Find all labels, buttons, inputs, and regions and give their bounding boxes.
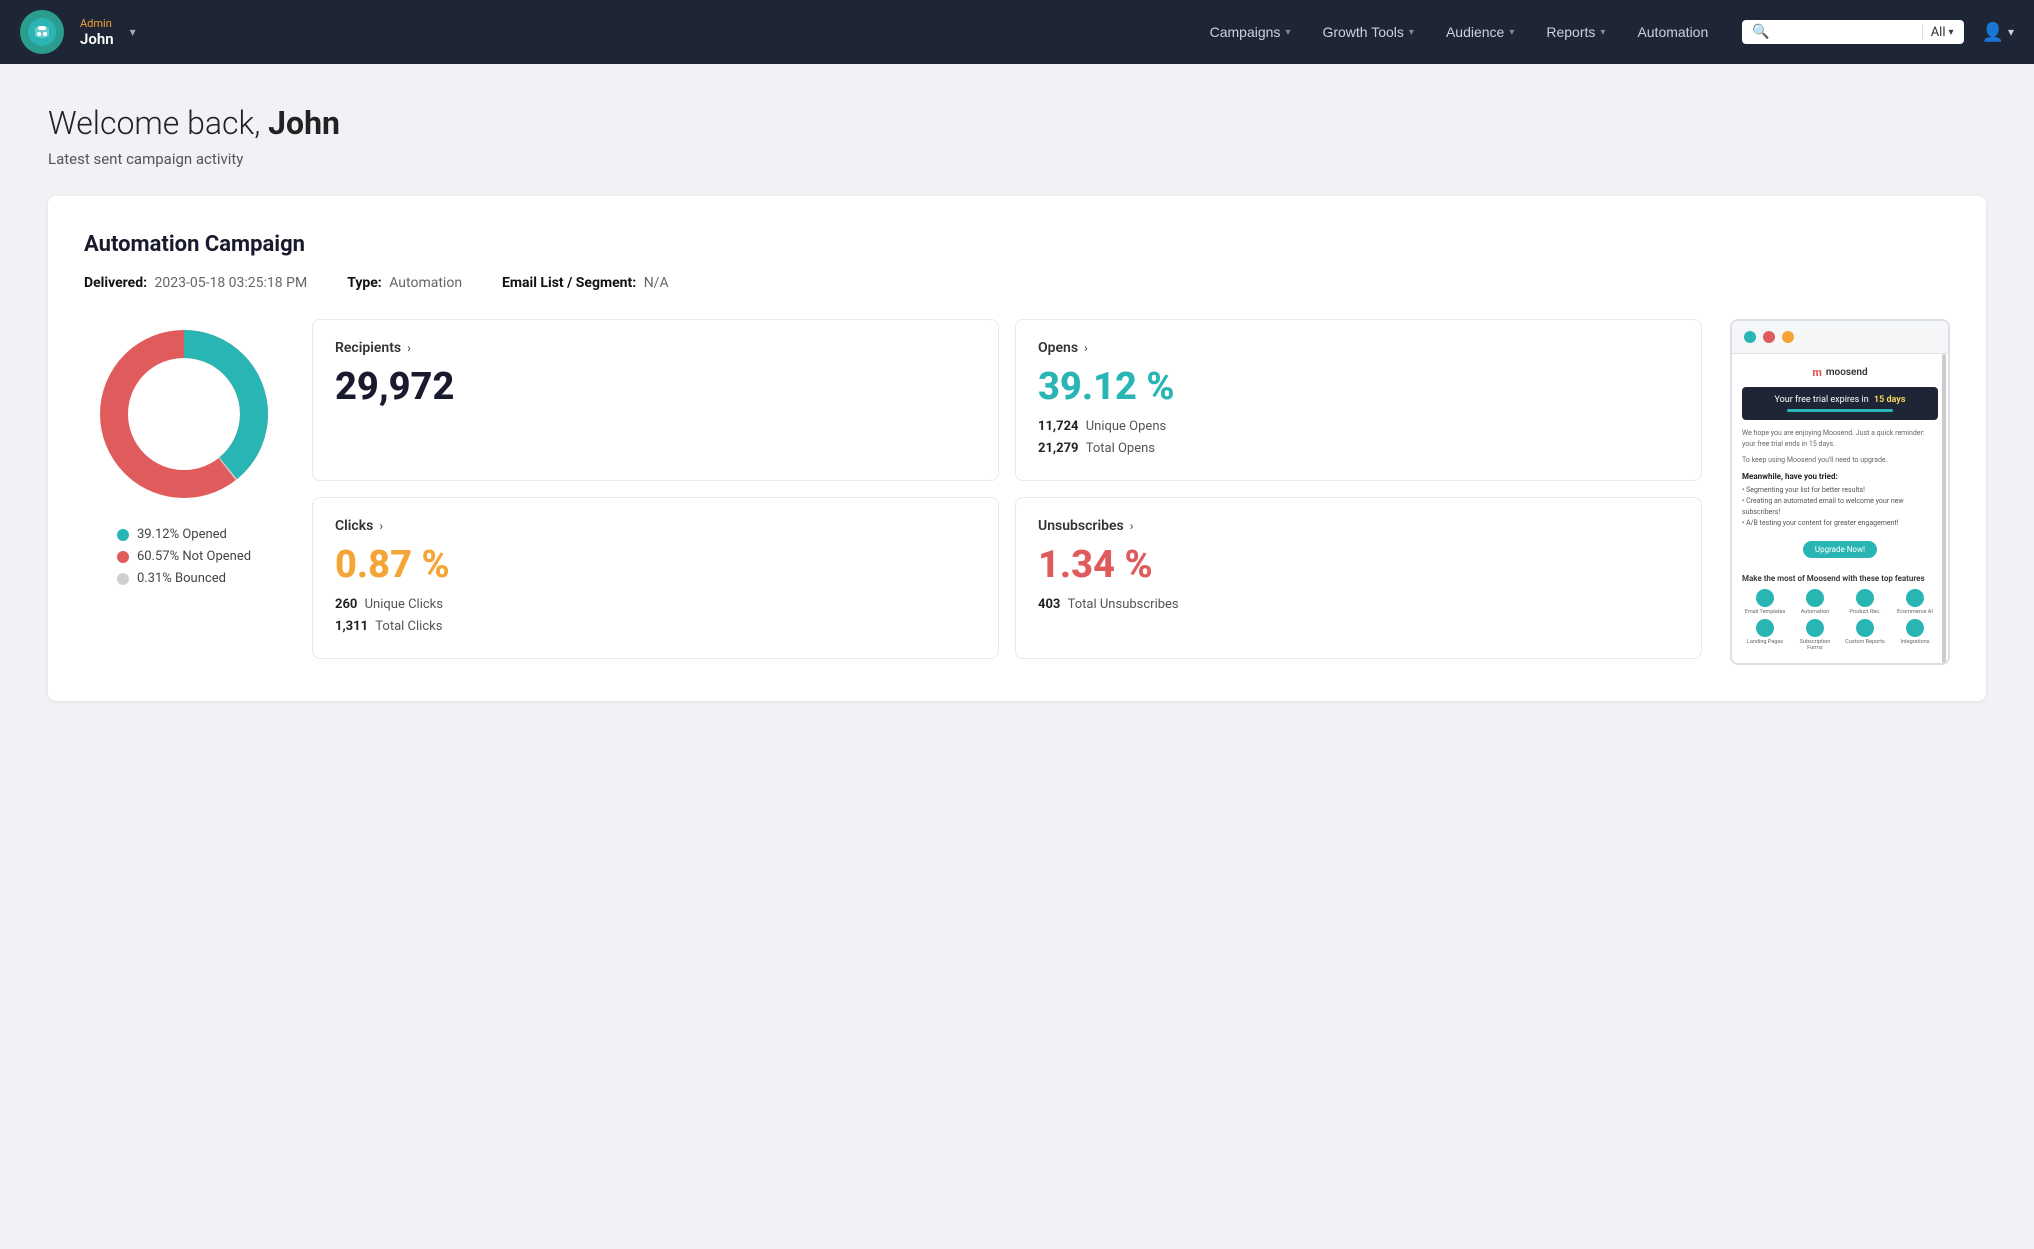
stat-card-unsubscribes: Unsubscribes › 1.34 % 403 Total Unsubscr… [1015,497,1702,659]
stat-card-opens-header: Opens › [1038,340,1679,356]
stat-card-recipients: Recipients › 29,972 [312,319,999,481]
chevron-down-icon: ▾ [1600,27,1605,38]
stat-unsubscribes-value: 1.34 % [1038,546,1679,584]
stat-unsubscribes-detail: 403 Total Unsubscribes [1038,594,1679,616]
arrow-icon: › [407,341,411,355]
legend-dot-bounced [117,573,129,585]
type-field: Type: Automation [347,275,462,291]
preview-icon-circle [1806,589,1824,607]
stats-layout: 39.12% Opened 60.57% Not Opened 0.31% Bo… [84,319,1950,665]
welcome-title: Welcome back, John [48,104,1986,142]
user-circle-icon: 👤 [1982,22,2004,43]
preview-icon-landing-pages: Landing Pages [1742,619,1788,651]
arrow-icon: › [1084,341,1088,355]
navbar: Admin John ▾ Campaigns ▾ Growth Tools ▾ … [0,0,2034,64]
search-bar: 🔍 All ▾ [1742,20,1963,44]
nav-campaigns[interactable]: Campaigns ▾ [1196,16,1305,48]
chevron-down-icon: ▾ [2008,25,2014,39]
preview-icon-circle [1756,619,1774,637]
legend-dot-opened [117,529,129,541]
stat-card-opens: Opens › 39.12 % 11,724 Unique Opens 21,2… [1015,319,1702,481]
nav-automation[interactable]: Automation [1623,16,1722,48]
email-list-field: Email List / Segment: N/A [502,275,669,291]
stat-card-unsubscribes-header: Unsubscribes › [1038,518,1679,534]
preview-cta-button: Upgrade Now! [1803,541,1877,558]
nav-reports[interactable]: Reports ▾ [1532,16,1619,48]
user-dropdown-button[interactable]: ▾ [126,21,140,43]
preview-icon-sub-forms: Subscription Forms [1792,619,1838,651]
legend-bounced: 0.31% Bounced [117,571,251,586]
preview-icon-integrations: Integrations [1892,619,1938,651]
preview-toolbar [1732,321,1948,354]
preview-dot-teal [1744,331,1756,343]
preview-body-text: We hope you are enjoying Moosend. Just a… [1742,428,1938,449]
arrow-icon: › [1130,519,1134,533]
logo[interactable] [20,10,64,54]
scrollbar[interactable] [1942,354,1946,663]
delivered-field: Delivered: 2023-05-18 03:25:18 PM [84,275,307,291]
preview-icon-circle [1806,619,1824,637]
stat-card-clicks: Clicks › 0.87 % 260 Unique Clicks 1,311 … [312,497,999,659]
legend-opened: 39.12% Opened [117,527,251,542]
campaign-meta: Delivered: 2023-05-18 03:25:18 PM Type: … [84,275,1950,291]
legend-dot-not-opened [117,551,129,563]
donut-section: 39.12% Opened 60.57% Not Opened 0.31% Bo… [84,319,284,586]
stat-cards-grid: Recipients › 29,972 Opens › 39.12 % 11,7… [312,319,1702,659]
user-info: Admin John [80,17,114,48]
welcome-subtitle: Latest sent campaign activity [48,150,1986,168]
search-input[interactable] [1776,25,1916,40]
campaign-card: Automation Campaign Delivered: 2023-05-1… [48,196,1986,701]
preview-list: • Segmenting your list for better result… [1742,485,1938,530]
legend-not-opened: 60.57% Not Opened [117,549,251,564]
nav-items: Campaigns ▾ Growth Tools ▾ Audience ▾ Re… [1196,16,1723,48]
nav-growth-tools[interactable]: Growth Tools ▾ [1308,16,1427,48]
email-preview: m moosend Your free trial expires in 15 … [1730,319,1950,665]
chevron-down-icon: ▾ [1409,27,1414,38]
preview-body-text2: To keep using Moosend you'll need to upg… [1742,455,1938,466]
preview-dot-yellow [1782,331,1794,343]
preview-heading: Meanwhile, have you tried: [1742,472,1938,481]
user-name: John [80,30,114,48]
user-role: Admin [80,17,114,30]
profile-button[interactable]: 👤 ▾ [1982,22,2014,43]
stat-card-recipients-header: Recipients › [335,340,976,356]
preview-icon-custom-reports: Custom Reports [1842,619,1888,651]
preview-icon-product-rec: Product Rec. [1842,589,1888,615]
preview-features-label: Make the most of Moosend with these top … [1742,574,1938,583]
stat-clicks-value: 0.87 % [335,546,976,584]
stat-recipients-value: 29,972 [335,368,976,406]
donut-chart [89,319,279,509]
preview-icon-automation: Automation [1792,589,1838,615]
preview-icon-circle [1756,589,1774,607]
preview-icon-circle [1856,589,1874,607]
donut-legend: 39.12% Opened 60.57% Not Opened 0.31% Bo… [117,527,251,586]
preview-dot-red [1763,331,1775,343]
preview-icon-circle [1906,619,1924,637]
preview-icon-email-templates: Email Templates [1742,589,1788,615]
campaign-title: Automation Campaign [84,232,1950,257]
stat-card-clicks-header: Clicks › [335,518,976,534]
stat-opens-value: 39.12 % [1038,368,1679,406]
search-filter-dropdown[interactable]: All ▾ [1922,25,1954,40]
stat-opens-detail: 11,724 Unique Opens 21,279 Total Opens [1038,416,1679,460]
preview-banner: Your free trial expires in 15 days [1742,387,1938,420]
page-content: Welcome back, John Latest sent campaign … [0,64,2034,741]
preview-icon-circle [1906,589,1924,607]
preview-icon-circle [1856,619,1874,637]
chevron-down-icon: ▾ [1509,27,1514,38]
search-icon: 🔍 [1752,24,1769,40]
preview-progress-bar [1787,409,1893,412]
preview-body: m moosend Your free trial expires in 15 … [1732,354,1948,663]
stat-clicks-detail: 260 Unique Clicks 1,311 Total Clicks [335,594,976,638]
preview-moosend-logo: m moosend [1742,366,1938,379]
chevron-down-icon: ▾ [1949,27,1954,38]
nav-audience[interactable]: Audience ▾ [1432,16,1528,48]
chevron-down-icon: ▾ [1285,27,1290,38]
preview-icon-ecommerce: Ecommerce AI [1892,589,1938,615]
arrow-icon: › [379,519,383,533]
preview-icons-row: Email Templates Automation Product Rec. [1742,589,1938,651]
